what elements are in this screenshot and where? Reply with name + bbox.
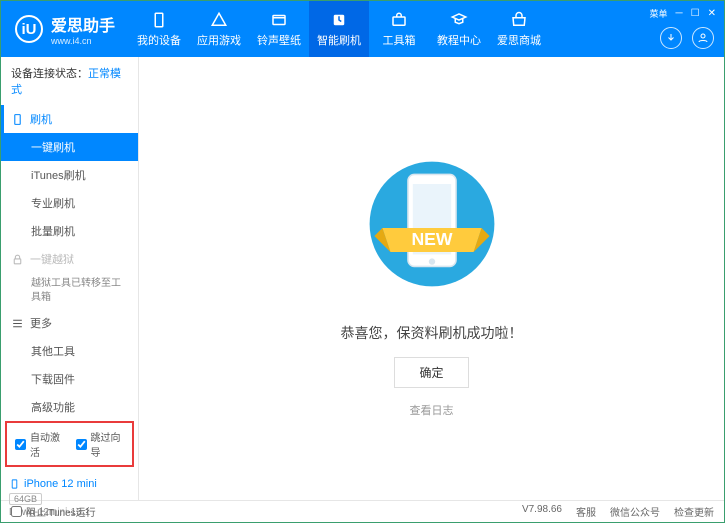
nav-label: 工具箱 [383,32,416,48]
app-header: iU 爱思助手 www.i4.cn 我的设备 应用游戏 铃声壁纸 智能刷机 工具… [1,1,724,57]
list-icon [11,317,24,330]
chk-label: 跳过向导 [91,429,125,459]
logo-area: iU 爱思助手 www.i4.cn [1,12,129,46]
version: V7.98.66 [522,504,562,519]
nav-toolbox[interactable]: 工具箱 [369,1,429,57]
nav-label: 爱思商城 [497,32,541,48]
success-illustration: NEW [352,139,512,309]
maximize-icon[interactable]: ☐ [691,8,700,19]
device-name: iPhone 12 mini [24,478,97,490]
sub-other-tools[interactable]: 其他工具 [1,337,138,365]
view-log-link[interactable]: 查看日志 [410,402,454,418]
logo-icon: iU [15,15,43,43]
device-status: 设备连接状态：正常模式 [1,57,138,105]
block-itunes-checkbox[interactable] [11,506,22,517]
header-action-icons [660,27,714,49]
chk-skip-guide[interactable]: 跳过向导 [76,429,125,459]
window-controls: 菜单 ─ ☐ ✕ [650,7,716,20]
download-icon[interactable] [660,27,682,49]
app-name: 爱思助手 [51,12,115,36]
checkbox-row: 自动激活 跳过向导 [5,421,134,467]
chk-auto-activate[interactable]: 自动激活 [15,429,64,459]
nav-label: 教程中心 [437,32,481,48]
main-content: NEW 恭喜您，保资料刷机成功啦！ 确定 查看日志 [139,57,724,500]
ok-button[interactable]: 确定 [394,357,468,388]
chk-auto-activate-input[interactable] [15,439,26,450]
jailbreak-note: 越狱工具已转移至工具箱 [1,273,138,309]
sub-itunes-flash[interactable]: iTunes刷机 [1,161,138,189]
section-title: 刷机 [30,111,52,127]
nav-smart-flash[interactable]: 智能刷机 [309,1,369,57]
nav-tutorials[interactable]: 教程中心 [429,1,489,57]
section-title: 更多 [30,315,52,331]
chk-skip-guide-input[interactable] [76,439,87,450]
phone-icon [9,477,20,491]
user-icon[interactable] [692,27,714,49]
sub-batch-flash[interactable]: 批量刷机 [1,217,138,245]
section-title: 一键越狱 [30,251,74,267]
new-badge-text: NEW [411,229,452,249]
section-jailbreak[interactable]: 一键越狱 [1,245,138,273]
phone-icon [11,113,24,126]
nav-label: 应用游戏 [197,32,241,48]
close-icon[interactable]: ✕ [708,8,716,19]
sub-advanced[interactable]: 高级功能 [1,393,138,421]
minimize-icon[interactable]: ─ [676,8,683,19]
nav-my-device[interactable]: 我的设备 [129,1,189,57]
section-more[interactable]: 更多 [1,309,138,337]
lock-icon [11,253,24,266]
nav-apps-games[interactable]: 应用游戏 [189,1,249,57]
main-nav: 我的设备 应用游戏 铃声壁纸 智能刷机 工具箱 教程中心 爱思商城 [129,1,724,57]
nav-label: 智能刷机 [317,32,361,48]
status-label: 设备连接状态： [11,68,88,80]
chk-label: 自动激活 [30,429,64,459]
sub-download-firmware[interactable]: 下载固件 [1,365,138,393]
nav-label: 铃声壁纸 [257,32,301,48]
device-name-row: iPhone 12 mini [9,477,130,491]
section-flash[interactable]: 刷机 [1,105,138,133]
sidebar: 设备连接状态：正常模式 刷机 一键刷机 iTunes刷机 专业刷机 批量刷机 一… [1,57,139,500]
support-link[interactable]: 客服 [576,504,596,519]
check-update-link[interactable]: 检查更新 [674,504,714,519]
wechat-link[interactable]: 微信公众号 [610,504,660,519]
success-message: 恭喜您，保资料刷机成功啦！ [341,323,523,343]
block-itunes[interactable]: 阻止iTunes运行 [11,504,96,519]
sub-one-click-flash[interactable]: 一键刷机 [1,133,138,161]
nav-ringtones[interactable]: 铃声壁纸 [249,1,309,57]
block-itunes-label: 阻止iTunes运行 [26,504,96,519]
sub-pro-flash[interactable]: 专业刷机 [1,189,138,217]
menu-icon[interactable]: 菜单 [650,7,668,20]
app-url: www.i4.cn [51,36,115,46]
nav-store[interactable]: 爱思商城 [489,1,549,57]
nav-label: 我的设备 [137,32,181,48]
